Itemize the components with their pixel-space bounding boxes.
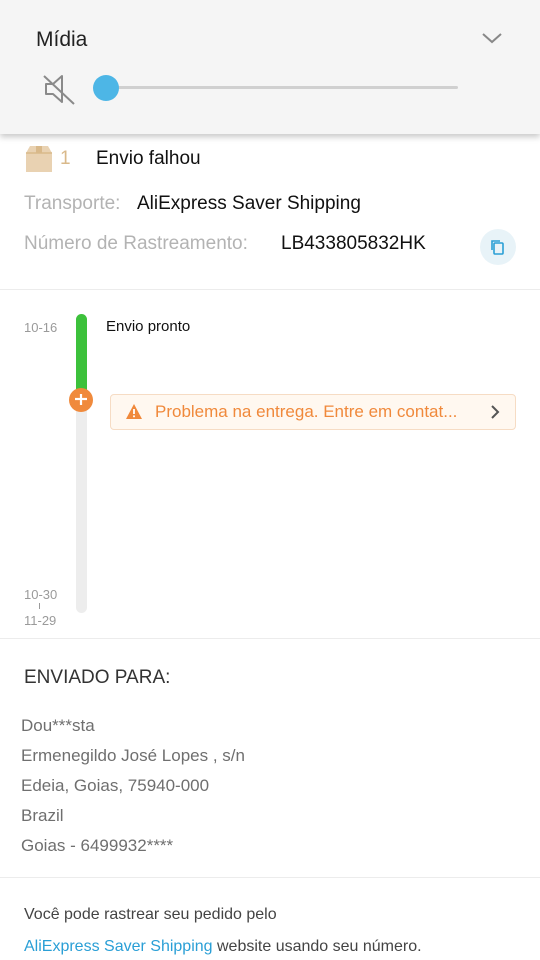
copy-icon (491, 240, 504, 255)
package-count: 1 (60, 148, 71, 169)
address-street: Ermenegildo José Lopes , s/n (21, 746, 245, 765)
volume-slider-thumb[interactable] (93, 75, 119, 101)
alert-text: Problema na entrega. Entre em contat... (155, 402, 458, 421)
tracking-note-rest: website usando seu número. (212, 938, 422, 955)
carrier-website-link[interactable]: AliExpress Saver Shipping (24, 938, 213, 955)
address-city: Edeia, Goias, 75940-000 (21, 776, 210, 795)
timeline-progress (76, 314, 87, 394)
address-phone: Goias - 6499932**** (21, 836, 174, 855)
timeline-date-mid: 10-30 (24, 587, 58, 602)
transport-label: Transporte: (24, 193, 121, 214)
address-country: Brazil (21, 806, 64, 825)
package-icon (26, 146, 52, 172)
timeline-date-start: 10-16 (24, 320, 58, 335)
tracking-label: Número de Rastreamento: (24, 233, 248, 254)
chevron-down-icon[interactable] (480, 26, 504, 50)
media-title: Mídia (36, 28, 88, 51)
timeline-date-end: 11-29 (24, 613, 57, 628)
media-volume-panel: Mídia (0, 0, 540, 134)
copy-tracking-button[interactable] (480, 229, 516, 265)
tracking-note-line2: AliExpress Saver Shipping website usando… (24, 938, 422, 956)
timeline-problem-dot (69, 388, 93, 412)
volume-slider-track[interactable] (106, 86, 458, 89)
shipment-status: Envio falhou (96, 148, 201, 169)
chevron-right-icon (491, 405, 500, 419)
date-range-tick (39, 603, 40, 609)
arrow-down-icon (75, 394, 87, 405)
timeline-event: Envio pronto (106, 318, 191, 335)
delivery-problem-alert[interactable]: Problema na entrega. Entre em contat... (110, 394, 516, 430)
volume-mute-icon[interactable] (40, 70, 78, 108)
divider (0, 877, 540, 878)
tracking-number: LB433805832HK (281, 233, 426, 254)
address-name: Dou***sta (21, 716, 95, 735)
tracking-note-line1: Você pode rastrear seu pedido pelo (24, 906, 277, 923)
transport-value: AliExpress Saver Shipping (137, 193, 361, 214)
divider (0, 289, 540, 290)
warning-icon (126, 404, 142, 419)
divider (0, 638, 540, 639)
shipped-to-title: ENVIADO PARA: (24, 667, 171, 688)
